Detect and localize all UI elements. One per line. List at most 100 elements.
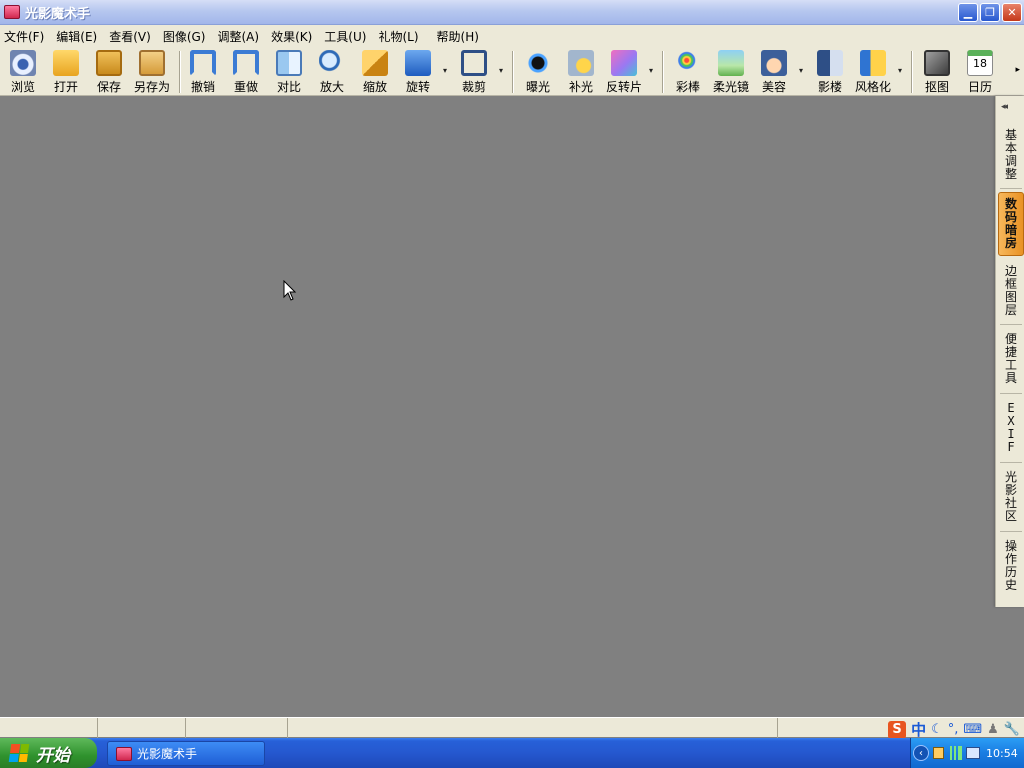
start-button[interactable]: 开始: [0, 738, 97, 768]
undo-icon: [190, 50, 216, 76]
app-logo-icon: [116, 746, 132, 761]
fill-light-button[interactable]: 补光: [564, 47, 598, 96]
toolbar-separator: [512, 51, 514, 93]
tab-quick-tools-label: 便捷工具: [1004, 332, 1017, 385]
ime-settings-icon[interactable]: 🔧: [1004, 722, 1020, 737]
soft-focus-label: 柔光镜: [712, 80, 749, 94]
side-tab-divider: [1000, 531, 1022, 532]
windows-logo-icon: [8, 744, 30, 762]
status-cell: [98, 718, 186, 738]
rotate-dropdown-icon[interactable]: ▾: [443, 66, 447, 75]
menu-edit[interactable]: 编辑(E): [56, 28, 97, 45]
reversal-film-label: 反转片: [605, 80, 642, 94]
status-cell: [186, 718, 288, 738]
save-as-icon: [139, 50, 165, 76]
menu-effects[interactable]: 效果(K): [271, 28, 312, 45]
save-button[interactable]: 保存: [92, 47, 126, 96]
menu-gifts[interactable]: 礼物(L): [378, 28, 418, 45]
open-button[interactable]: 打开: [49, 47, 83, 96]
compare-icon: [276, 50, 302, 76]
tab-frame-layers[interactable]: 边框图层: [998, 262, 1024, 320]
network-icon[interactable]: [966, 747, 980, 759]
start-label: 开始: [36, 745, 70, 766]
tab-community-label: 光影社区: [1004, 470, 1017, 523]
soft-focus-icon: [718, 50, 744, 76]
ime-punctuation-icon[interactable]: °,: [948, 722, 959, 737]
side-tab-divider: [1000, 324, 1022, 325]
undo-button[interactable]: 撤销: [186, 47, 220, 96]
reversal-film-dropdown-icon[interactable]: ▾: [649, 66, 653, 75]
ime-chinese-mode-button[interactable]: 中: [911, 719, 926, 740]
stylize-button[interactable]: 风格化: [852, 47, 894, 96]
rotate-button[interactable]: 旋转: [401, 47, 435, 96]
tab-community[interactable]: 光影社区: [998, 468, 1024, 526]
clock[interactable]: 10:54: [986, 747, 1018, 760]
stylize-dropdown-icon[interactable]: ▾: [898, 66, 902, 75]
crop-dropdown-icon[interactable]: ▾: [499, 66, 503, 75]
save-label: 保存: [96, 80, 121, 94]
menu-tools[interactable]: 工具(U): [324, 28, 366, 45]
image-canvas[interactable]: [0, 97, 995, 717]
restore-button[interactable]: ❐: [980, 3, 1000, 22]
cutout-button[interactable]: 抠图: [920, 47, 954, 96]
menu-adjust[interactable]: 调整(A): [217, 28, 259, 45]
tab-exif-label: EXIF: [1007, 401, 1015, 454]
collapse-panel-icon[interactable]: ◂◂: [1001, 102, 1008, 112]
tab-frame-layers-label: 边框图层: [1004, 264, 1017, 317]
tab-exif[interactable]: EXIF: [998, 399, 1024, 457]
signal-strength-icon[interactable]: [948, 746, 962, 760]
toolbar-separator: [662, 51, 664, 93]
compare-label: 对比: [276, 80, 301, 94]
tab-digital-darkroom-label: 数码暗房: [1004, 197, 1017, 250]
toolbar-separator: [911, 51, 913, 93]
toolbar-overflow-icon[interactable]: ▸: [1015, 65, 1020, 75]
ime-user-icon[interactable]: ♟: [987, 722, 999, 737]
ime-toolbar: S 中 ☾ °, ⌨ ♟ 🔧: [888, 719, 1020, 740]
toolbar: 浏览 打开 保存 另存为 撤销 重做 对比 放大 缩放 旋转 ▾ 裁剪 ▾ 曝光…: [0, 47, 1024, 96]
ime-keyboard-icon[interactable]: ⌨: [963, 722, 982, 737]
calendar-button[interactable]: 18 日历: [963, 47, 997, 96]
crop-button[interactable]: 裁剪: [457, 47, 491, 96]
exposure-button[interactable]: 曝光: [521, 47, 555, 96]
title-bar[interactable]: 光影魔术手 ▁ ❐ ✕: [0, 0, 1024, 25]
minimize-button[interactable]: ▁: [958, 3, 978, 22]
stylize-label: 风格化: [854, 80, 891, 94]
close-button[interactable]: ✕: [1002, 3, 1022, 22]
window-controls: ▁ ❐ ✕: [958, 3, 1022, 22]
save-as-button[interactable]: 另存为: [131, 47, 173, 96]
resize-button[interactable]: 缩放: [358, 47, 392, 96]
menu-view[interactable]: 查看(V): [109, 28, 151, 45]
browse-label: 浏览: [10, 80, 35, 94]
color-wand-button[interactable]: 彩棒: [671, 47, 705, 96]
compare-button[interactable]: 对比: [272, 47, 306, 96]
menu-file[interactable]: 文件(F): [4, 28, 44, 45]
beauty-icon: [761, 50, 787, 76]
soft-focus-button[interactable]: 柔光镜: [710, 47, 752, 96]
color-wand-label: 彩棒: [675, 80, 700, 94]
beauty-dropdown-icon[interactable]: ▾: [799, 66, 803, 75]
sogou-ime-icon[interactable]: S: [888, 720, 907, 739]
resize-icon: [362, 50, 388, 76]
show-hidden-icons-button[interactable]: ‹: [913, 745, 929, 761]
taskbar-app-button[interactable]: 光影魔术手: [107, 741, 265, 766]
tray-app-icon[interactable]: [933, 747, 944, 759]
tab-history[interactable]: 操作历史: [998, 537, 1024, 595]
browse-button[interactable]: 浏览: [6, 47, 40, 96]
ime-half-width-icon[interactable]: ☾: [931, 722, 943, 737]
undo-label: 撤销: [190, 80, 215, 94]
studio-button[interactable]: 影楼: [813, 47, 847, 96]
tab-digital-darkroom[interactable]: 数码暗房: [998, 192, 1024, 256]
color-wand-icon: [675, 50, 701, 76]
open-label: 打开: [53, 80, 78, 94]
beauty-button[interactable]: 美容: [757, 47, 791, 96]
reversal-film-button[interactable]: 反转片: [603, 47, 645, 96]
fill-light-label: 补光: [568, 80, 593, 94]
status-bar: S 中 ☾ °, ⌨ ♟ 🔧: [0, 717, 1024, 740]
menu-help[interactable]: 帮助(H): [437, 28, 479, 45]
zoom-in-button[interactable]: 放大: [315, 47, 349, 96]
tab-basic-adjust[interactable]: 基本调整: [998, 126, 1024, 184]
calendar-label: 日历: [967, 80, 992, 94]
tab-quick-tools[interactable]: 便捷工具: [998, 330, 1024, 388]
redo-button[interactable]: 重做: [229, 47, 263, 96]
menu-image[interactable]: 图像(G): [163, 28, 206, 45]
